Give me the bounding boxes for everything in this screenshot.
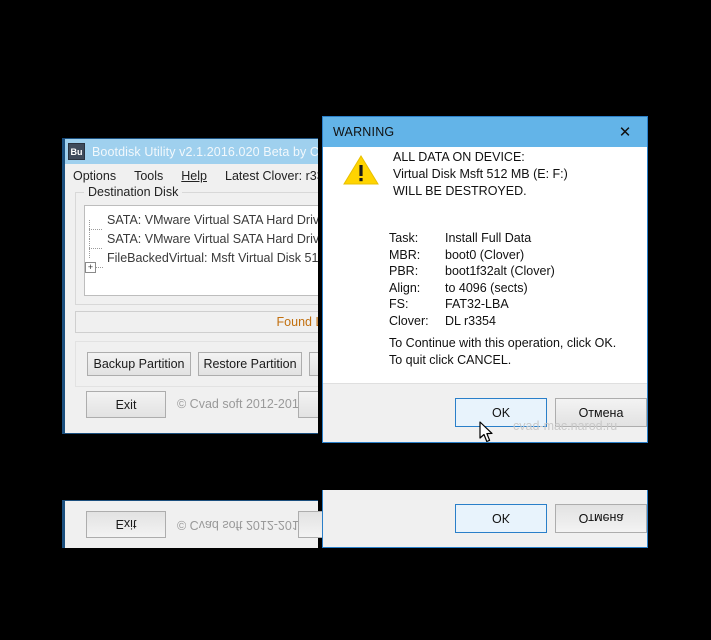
detail-key: Task: xyxy=(389,231,419,245)
reflected-warning-dialog-footer: OK Отмена xyxy=(322,490,648,548)
destination-disk-legend: Destination Disk xyxy=(84,185,183,199)
disk-list[interactable]: SATA: VMware Virtual SATA Hard Drive 25.… xyxy=(84,205,318,296)
latest-clover-label: Latest Clover: r3354 xyxy=(225,169,318,183)
list-item[interactable]: SATA: VMware Virtual SATA Hard Drive 25.… xyxy=(85,210,318,239)
detail-row-mbr: MBR: boot0 (Clover) xyxy=(389,247,555,264)
detail-row-fs: FS: FAT32-LBA xyxy=(389,296,555,313)
fourth-action-button[interactable] xyxy=(298,391,318,418)
action-button-panel: Backup Partition Restore Partition xyxy=(75,341,318,387)
reflected-main-window: Exit © Cvad soft 2012-2016 xyxy=(62,500,402,548)
warning-headline-line-2: Virtual Disk Msft 512 MB (E: F:) xyxy=(393,167,568,181)
list-item[interactable]: SATA: VMware Virtual SATA Hard Drive 465… xyxy=(85,229,318,258)
bootdisk-utility-window[interactable]: Bu Bootdisk Utility v2.1.2016.020 Beta b… xyxy=(62,138,318,434)
warning-headline: ALL DATA ON DEVICE: Virtual Disk Msft 51… xyxy=(393,149,568,200)
detail-value: FAT32-LBA xyxy=(445,297,509,311)
detail-key: Clover: xyxy=(389,313,429,328)
tree-expand-glyph: + xyxy=(85,261,96,273)
detail-row-task: Task: Install Full Data xyxy=(389,230,555,247)
instruction-line-1: To Continue with this operation, click O… xyxy=(389,336,617,350)
third-action-button[interactable] xyxy=(309,352,318,376)
detail-key: PBR: xyxy=(389,264,419,278)
backup-partition-button[interactable]: Backup Partition xyxy=(87,352,191,376)
list-item-label: SATA: VMware Virtual SATA Hard Drive 465… xyxy=(107,231,318,246)
status-text: Found Latest Clov xyxy=(276,315,318,329)
detail-value: DL r3354 xyxy=(445,313,496,328)
app-icon: Bu xyxy=(68,143,85,160)
warning-dialog[interactable]: WARNING ✕ ALL DATA ON DEVICE: Virtual Di… xyxy=(322,116,648,443)
destination-disk-group: Destination Disk SATA: VMware Virtual SA… xyxy=(75,185,318,305)
watermark-label: cvad-mac.narod.ru xyxy=(513,419,618,433)
list-item[interactable]: + FileBackedVirtual: Msft Virtual Disk 5… xyxy=(85,248,318,273)
copyright-label: © Cvad soft 2012-2016 xyxy=(177,397,306,411)
warning-instructions: To Continue with this operation, click O… xyxy=(389,335,616,369)
menu-item-tools[interactable]: Tools xyxy=(134,169,163,183)
detail-row-align: Align: to 4096 (sects) xyxy=(389,280,555,297)
detail-row-pbr: PBR: boot1f32alt (Clover) xyxy=(389,263,555,280)
detail-value: to 4096 (sects) xyxy=(445,280,528,295)
detail-row-clover: Clover: DL r3354 xyxy=(389,313,555,330)
close-icon[interactable]: ✕ xyxy=(603,117,647,147)
mouse-cursor xyxy=(479,421,493,443)
menu-item-options[interactable]: Options xyxy=(73,169,116,183)
warning-dialog-titlebar[interactable]: WARNING ✕ xyxy=(323,117,647,147)
mirrored-reflection-strip: Exit © Cvad soft 2012-2016 OK Отмена xyxy=(0,488,711,548)
warning-triangle-icon xyxy=(343,155,379,185)
warning-headline-line-1: ALL DATA ON DEVICE: xyxy=(393,150,525,164)
exit-button[interactable]: Exit xyxy=(86,391,166,418)
list-item-label: SATA: VMware Virtual SATA Hard Drive 25.… xyxy=(107,212,318,227)
detail-key: FS: xyxy=(389,297,409,311)
reflected-exit-button: Exit xyxy=(86,511,166,538)
main-window-titlebar[interactable]: Bu Bootdisk Utility v2.1.2016.020 Beta b… xyxy=(65,139,318,164)
detail-key: Align: xyxy=(389,280,421,295)
menu-item-help-label: Help xyxy=(181,169,207,183)
warning-headline-line-3: WILL BE DESTROYED. xyxy=(393,184,527,198)
menu-item-help[interactable]: Help xyxy=(181,169,207,183)
instruction-line-2: To quit click CANCEL. xyxy=(389,353,512,367)
reflected-ok-button: OK xyxy=(455,504,547,533)
reflection-content: Exit © Cvad soft 2012-2016 OK Отмена xyxy=(0,488,711,548)
detail-value: Install Full Data xyxy=(445,231,532,245)
reflected-cancel-button: Отмена xyxy=(555,504,647,533)
restore-partition-button[interactable]: Restore Partition xyxy=(198,352,302,376)
detail-value: boot1f32alt (Clover) xyxy=(445,264,555,278)
list-item-label: FileBackedVirtual: Msft Virtual Disk 512… xyxy=(107,250,318,265)
warning-dialog-title: WARNING xyxy=(333,125,395,139)
detail-value: boot0 (Clover) xyxy=(445,247,525,262)
main-window-title: Bootdisk Utility v2.1.2016.020 Beta by C… xyxy=(92,144,318,159)
operation-details-table: Task: Install Full Data MBR: boot0 (Clov… xyxy=(389,230,555,329)
reflected-copyright-label: © Cvad soft 2012-2016 xyxy=(177,518,306,532)
detail-key: MBR: xyxy=(389,247,421,262)
status-bar: Found Latest Clov xyxy=(75,311,318,333)
